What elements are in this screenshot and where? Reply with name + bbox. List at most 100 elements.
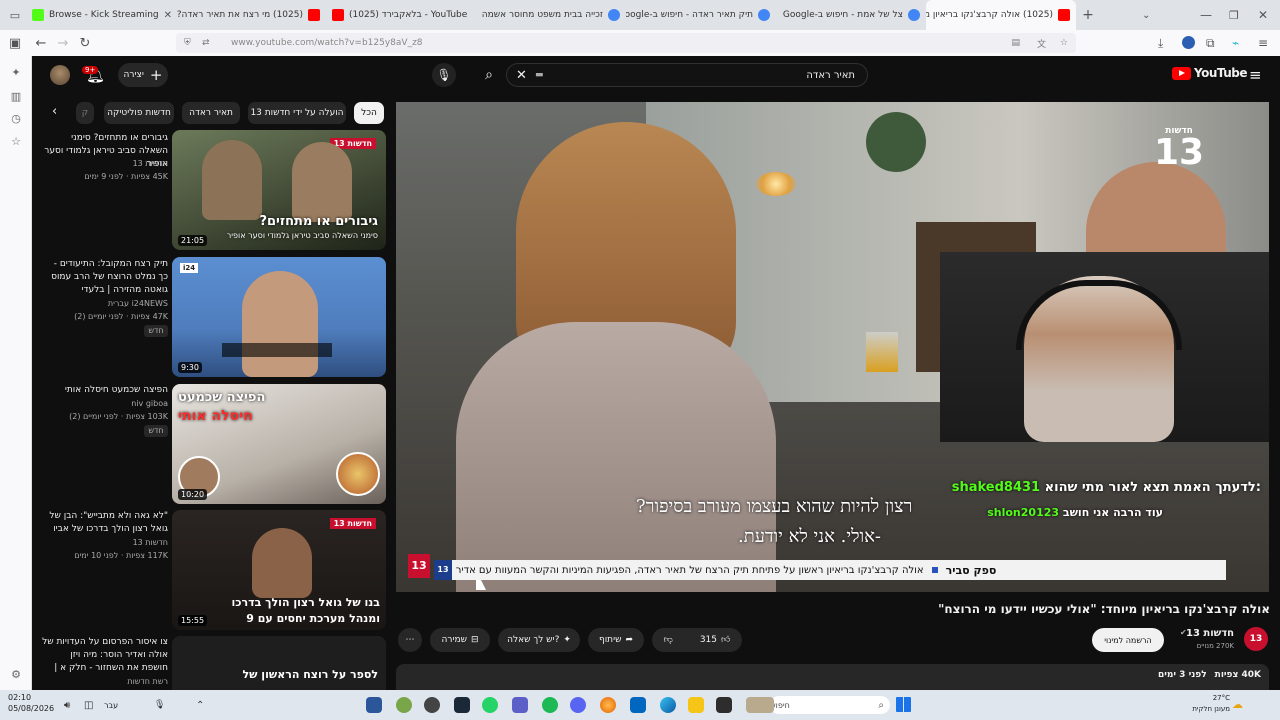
synced-tabs-icon[interactable]: ▥ — [9, 90, 23, 104]
close-window-icon[interactable]: ✕ — [1258, 8, 1268, 22]
create-button[interactable]: יצירה + — [118, 63, 168, 87]
customize-icon[interactable]: ⚙ — [9, 668, 23, 682]
weather-widget[interactable]: 27°C מעונן חלקית — [1190, 693, 1230, 715]
dislike-button[interactable]: 👎︎ — [664, 635, 673, 645]
rec-channel-3[interactable]: niv giboa — [42, 398, 168, 410]
bookmark-icon: ⊟ — [470, 635, 479, 645]
windows-start-icon[interactable] — [896, 697, 911, 712]
chip-partial[interactable]: ק — [76, 102, 94, 124]
reload-icon[interactable]: ↻ — [74, 36, 96, 51]
mic-icon[interactable]: 🎙︎ — [154, 700, 165, 710]
subscribe-button[interactable]: הרשמה למינוי — [1092, 628, 1164, 652]
chip-uploaded-by[interactable]: הועלה על ידי חדשות 13 — [248, 102, 346, 124]
extensions-icon[interactable]: ⧉ — [1206, 36, 1215, 51]
downloads-icon[interactable]: ⤓ — [1158, 36, 1163, 51]
rec-thumbnail-4[interactable]: חדשות 13 בנו של גואל רצון הולך בדרכו ומנ… — [172, 510, 386, 630]
rec-title-5[interactable]: צו איסור הפרסום על העדויות של אולה ואדיר… — [42, 636, 168, 676]
url-text[interactable]: www.youtube.com/watch?v=b125y8aV_z8 — [231, 38, 423, 48]
translate-icon[interactable]: 文 — [1037, 37, 1046, 50]
video-player[interactable]: חדשות 13 :לדעתך האמת תצא לאור מתי שהוא s… — [396, 102, 1269, 592]
avatar[interactable] — [50, 65, 70, 85]
voice-search-button[interactable]: 🎙︎ — [432, 63, 456, 87]
tab-google-1[interactable]: זכייה בבית משפט מחוסר אשמה — [476, 0, 626, 30]
search-button[interactable]: ⌕ — [478, 64, 500, 86]
clear-search-icon[interactable]: ✕ — [516, 68, 527, 83]
chip-politics[interactable]: חדשות פוליטיקה — [104, 102, 174, 124]
rec-title-4[interactable]: "לא גאה ולא מתבייש": הבן של גואל רצון הו… — [42, 510, 168, 536]
new-tab-icon[interactable]: + — [1076, 7, 1100, 23]
rec-channel-1[interactable]: חדשות 13 — [42, 158, 168, 170]
discord-icon[interactable] — [570, 697, 586, 713]
store-icon[interactable] — [630, 697, 646, 713]
ask-button[interactable]: יש לך שאלה? ✦ — [498, 628, 580, 652]
bookmark-star-icon[interactable]: ☆ — [1060, 38, 1068, 48]
network-icon[interactable]: ◫ — [84, 700, 93, 711]
widget-icon[interactable] — [746, 697, 774, 713]
chips-prev-icon[interactable]: ‹ — [52, 104, 57, 119]
subtitle-line-2: -אולי. אני לא יודעת. — [738, 526, 881, 547]
maximize-icon[interactable]: ❐ — [1229, 9, 1239, 22]
spotify-icon[interactable] — [542, 697, 558, 713]
permissions-icon[interactable]: ⇄ — [202, 38, 210, 48]
close-icon[interactable]: ✕ — [164, 10, 172, 21]
tab-kick[interactable]: Browse - Kick Streaming ✕ — [26, 0, 176, 30]
list-all-tabs-icon[interactable]: ⌄ — [1142, 10, 1150, 21]
channel-avatar[interactable]: 13 — [1244, 627, 1268, 651]
xbox-icon[interactable] — [396, 697, 412, 713]
description-box[interactable]: 40K צפיות לפני 3 ימים — [396, 664, 1269, 690]
like-button[interactable]: 315 👍︎ — [700, 635, 731, 645]
tab-google-2[interactable]: תיק תאיר ראדה - חיפוש ב-Google — [626, 0, 776, 30]
history-icon[interactable]: ◷ — [9, 112, 23, 126]
tab-list-icon[interactable]: ▭ — [4, 9, 26, 22]
reader-view-icon[interactable]: ▤ — [1011, 38, 1020, 48]
rec-thumbnail-3[interactable]: הפיצה שכמעט חיסלה אותי 10:20 — [172, 384, 386, 504]
rec-thumbnail-5[interactable]: לספר על רוצח הראשון של — [172, 636, 386, 690]
minimize-icon[interactable]: — — [1200, 8, 1212, 22]
bookmarks-icon[interactable]: ☆ — [9, 135, 23, 149]
steam-icon[interactable] — [454, 697, 470, 713]
rec-thumbnail-1[interactable]: חדשות 13 גיבורים או מתחזים? סימני השאלה … — [172, 130, 386, 250]
share-button[interactable]: שיתוף ➦ — [588, 628, 644, 652]
file-explorer-icon[interactable] — [688, 697, 704, 713]
rec-channel-2[interactable]: i24NEWS עברית — [42, 298, 168, 310]
word-icon[interactable] — [366, 697, 382, 713]
rec-title-3[interactable]: הפיצה שכמעט חיסלה אותי — [42, 384, 168, 397]
taskbar-search[interactable]: חיפוש ⌕ — [770, 696, 890, 714]
chip-all[interactable]: הכל — [354, 102, 384, 124]
back-icon[interactable]: ← — [30, 36, 52, 51]
weather-icon[interactable]: ☁ — [1232, 698, 1243, 711]
firefox-icon[interactable] — [600, 697, 616, 713]
ai-chat-icon[interactable]: ✦ — [9, 66, 23, 80]
keyboard-icon[interactable]: ▬ — [535, 70, 544, 80]
sidebar-toggle-icon[interactable]: ▣ — [4, 36, 26, 51]
menu-icon[interactable]: ≡ — [1258, 36, 1268, 50]
rec-channel-5[interactable]: רשת חדשות — [42, 676, 168, 688]
tab-youtube-active[interactable]: (1025) אולה קרבצ'נקו בריאיון מ — [926, 0, 1076, 30]
account-icon[interactable] — [1182, 36, 1195, 49]
ticker-logo-small: 13 — [434, 560, 452, 580]
guide-menu-icon[interactable]: ≡ — [1249, 66, 1262, 84]
youtube-logo[interactable]: YouTube — [1172, 66, 1248, 80]
tab-youtube-1[interactable]: (1025) מי רצח את תאיר ראדה? — [176, 0, 326, 30]
tab-youtube-2[interactable]: (1025) בלאקבירד - YouTube — [326, 0, 476, 30]
tab-google-3[interactable]: צל של אמת - חיפוש ב-Google — [776, 0, 926, 30]
search-input[interactable]: ✕ ▬ תאיר ראדה — [506, 63, 868, 87]
rec-title-2[interactable]: תיק רצח המקובל: התיעודים - כך נמלט הרוצח… — [42, 258, 168, 297]
teams-icon[interactable] — [512, 697, 528, 713]
volume-icon[interactable]: 🔊︎ — [64, 700, 70, 711]
edge-icon[interactable] — [660, 697, 676, 713]
language-indicator[interactable]: עבר — [104, 701, 118, 710]
extension-icon[interactable]: ⌁ — [1232, 36, 1239, 50]
glass — [866, 332, 898, 372]
rec-channel-4[interactable]: חדשות 13 — [42, 537, 168, 549]
terminal-icon[interactable] — [716, 697, 732, 713]
app-icon[interactable] — [424, 697, 440, 713]
rec-thumbnail-2[interactable]: i24 9:30 — [172, 257, 386, 377]
whatsapp-icon[interactable] — [482, 697, 498, 713]
forward-icon[interactable]: → — [52, 36, 74, 51]
tray-chevron-icon[interactable]: ⌃ — [196, 700, 204, 711]
more-actions-button[interactable]: ⋯ — [398, 628, 422, 652]
save-button[interactable]: שמירה ⊟ — [430, 628, 490, 652]
url-bar[interactable]: ⛨ ⇄ www.youtube.com/watch?v=b125y8aV_z8 … — [176, 33, 1076, 53]
chip-tair-rada[interactable]: תאיר ראדה — [182, 102, 240, 124]
